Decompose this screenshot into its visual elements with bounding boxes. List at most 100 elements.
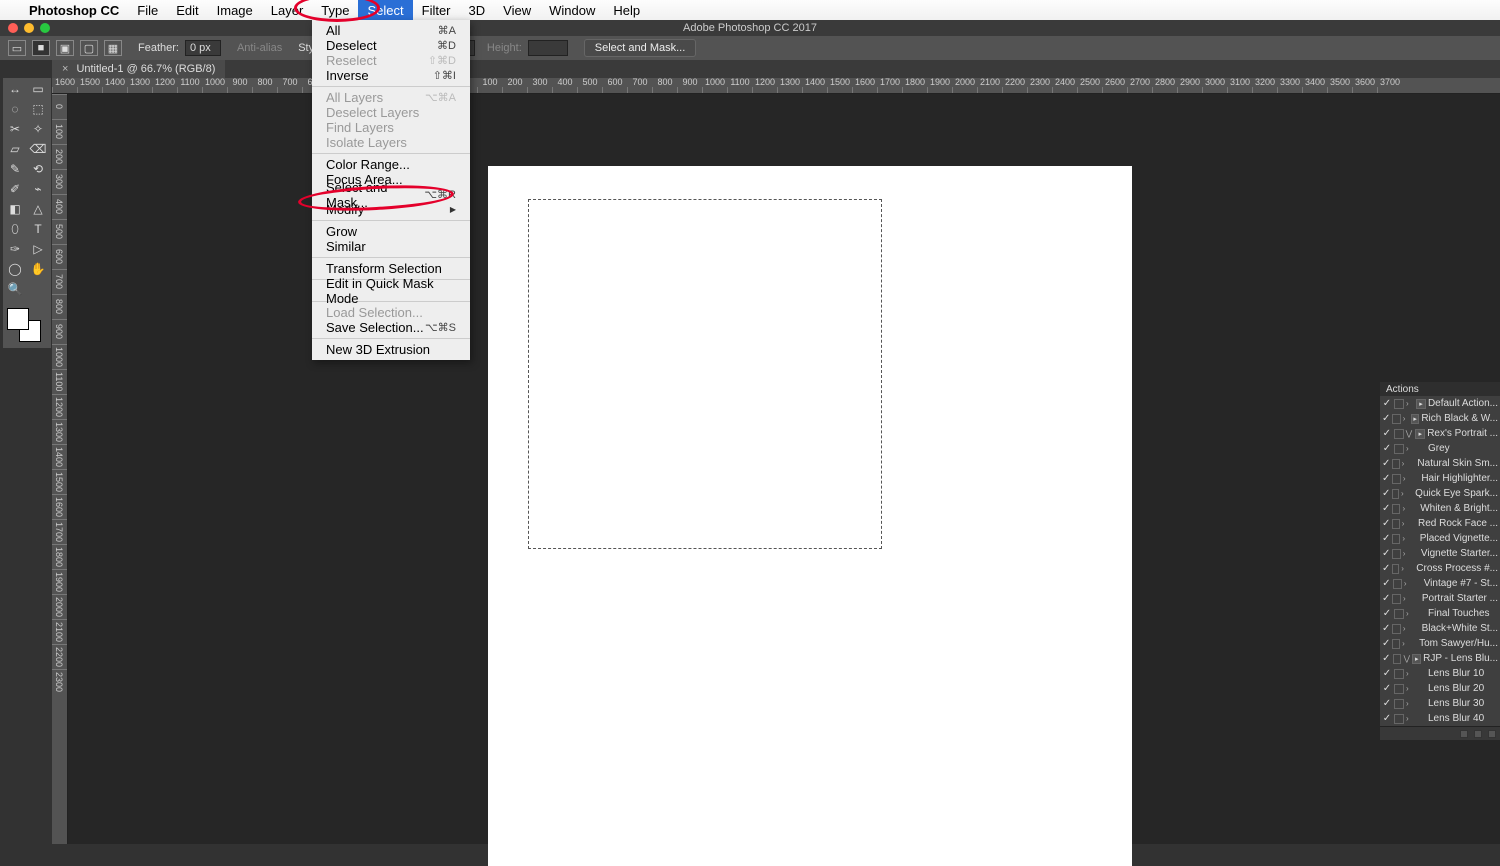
action-row[interactable]: ✓›Vignette Starter... — [1380, 546, 1500, 561]
play-icon[interactable] — [1474, 730, 1482, 738]
menubar-item-image[interactable]: Image — [208, 0, 262, 20]
action-row[interactable]: ✓›Final Touches — [1380, 606, 1500, 621]
menubar-item-layer[interactable]: Layer — [262, 0, 313, 20]
menu-item-deselect[interactable]: Deselect⌘D — [312, 38, 470, 53]
close-tab-icon[interactable]: × — [62, 63, 68, 75]
action-row[interactable]: ✓›Quick Eye Spark... — [1380, 486, 1500, 501]
menu-item-new-3d-extrusion[interactable]: New 3D Extrusion — [312, 342, 470, 357]
document-tab[interactable]: × Untitled-1 @ 66.7% (RGB/8) — [52, 60, 225, 78]
feather-input[interactable]: 0 px — [185, 40, 221, 56]
action-label: Final Touches — [1428, 608, 1490, 619]
menubar-item-help[interactable]: Help — [604, 0, 649, 20]
tool-8[interactable]: ✎ — [5, 160, 25, 178]
tool-9[interactable]: ⟲ — [28, 160, 48, 178]
action-row[interactable]: ✓⋁▸RJP - Lens Blu... — [1380, 651, 1500, 666]
action-row[interactable]: ✓›Lens Blur 10 — [1380, 666, 1500, 681]
menu-item-reselect: Reselect⇧⌘D — [312, 53, 470, 68]
action-row[interactable]: ✓⋁▸Rex's Portrait ... — [1380, 426, 1500, 441]
add-selection-icon[interactable]: ▣ — [56, 40, 74, 56]
tool-15[interactable]: T — [28, 220, 48, 238]
action-label: Vintage #7 - St... — [1424, 578, 1498, 589]
menu-item-select-and-mask[interactable]: Select and Mask...⌥⌘R — [312, 187, 470, 202]
window-zoom-icon[interactable] — [40, 23, 50, 33]
action-label: Default Action... — [1428, 398, 1498, 409]
action-row[interactable]: ✓›Whiten & Bright... — [1380, 501, 1500, 516]
actions-panel: Actions ✓›▸Default Action...✓›▸Rich Blac… — [1380, 382, 1500, 740]
menubar-item-file[interactable]: File — [128, 0, 167, 20]
tool-5[interactable]: ✧ — [28, 120, 48, 138]
window-close-icon[interactable] — [8, 23, 18, 33]
ruler-horizontal[interactable]: 1600150014001300120011001000900800700600… — [52, 78, 1500, 94]
action-row[interactable]: ✓›Tom Sawyer/Hu... — [1380, 636, 1500, 651]
menubar-item-3d[interactable]: 3D — [460, 0, 495, 20]
tool-preset-icon[interactable]: ▭ — [8, 40, 26, 56]
trash-icon[interactable] — [1488, 730, 1496, 738]
tool-3[interactable]: ⬚ — [28, 100, 48, 118]
actions-panel-footer — [1380, 726, 1500, 740]
action-row[interactable]: ✓›Lens Blur 20 — [1380, 681, 1500, 696]
action-row[interactable]: ✓›Natural Skin Sm... — [1380, 456, 1500, 471]
menu-item-all[interactable]: All⌘A — [312, 23, 470, 38]
action-row[interactable]: ✓›▸Default Action... — [1380, 396, 1500, 411]
action-label: Portrait Starter ... — [1422, 593, 1498, 604]
menu-item-inverse[interactable]: Inverse⇧⌘I — [312, 68, 470, 83]
tool-4[interactable]: ✂ — [5, 120, 25, 138]
action-row[interactable]: ✓›Placed Vignette... — [1380, 531, 1500, 546]
menubar-item-view[interactable]: View — [494, 0, 540, 20]
actions-panel-title[interactable]: Actions — [1380, 382, 1500, 396]
action-row[interactable]: ✓›Lens Blur 30 — [1380, 696, 1500, 711]
menu-item-color-range[interactable]: Color Range... — [312, 157, 470, 172]
new-selection-icon[interactable]: ■ — [32, 40, 50, 56]
action-row[interactable]: ✓›Grey — [1380, 441, 1500, 456]
action-row[interactable]: ✓›Lens Blur 40 — [1380, 711, 1500, 726]
action-row[interactable]: ✓›Vintage #7 - St... — [1380, 576, 1500, 591]
action-row[interactable]: ✓›▸Rich Black & W... — [1380, 411, 1500, 426]
menu-item-similar[interactable]: Similar — [312, 239, 470, 254]
subtract-selection-icon[interactable]: ▢ — [80, 40, 98, 56]
action-row[interactable]: ✓›Portrait Starter ... — [1380, 591, 1500, 606]
canvas-area[interactable] — [68, 94, 1500, 844]
action-label: Placed Vignette... — [1420, 533, 1498, 544]
action-row[interactable]: ✓›Hair Highlighter... — [1380, 471, 1500, 486]
menu-item-grow[interactable]: Grow — [312, 224, 470, 239]
tool-2[interactable]: ◌ — [5, 100, 25, 118]
action-row[interactable]: ✓›Red Rock Face ... — [1380, 516, 1500, 531]
action-row[interactable]: ✓›Black+White St... — [1380, 621, 1500, 636]
menubar-item-window[interactable]: Window — [540, 0, 604, 20]
ruler-vertical[interactable]: 0100200300400500600700800900100011001200… — [52, 94, 68, 844]
menu-item-edit-in-quick-mask-mode[interactable]: Edit in Quick Mask Mode — [312, 283, 470, 298]
menubar-item-filter[interactable]: Filter — [413, 0, 460, 20]
tool-0[interactable]: ↔ — [5, 80, 25, 98]
tool-12[interactable]: ◧ — [5, 200, 25, 218]
menubar-item-edit[interactable]: Edit — [167, 0, 207, 20]
menu-item-transform-selection[interactable]: Transform Selection — [312, 261, 470, 276]
tool-14[interactable]: ⬯ — [5, 220, 25, 238]
tool-13[interactable]: △ — [28, 200, 48, 218]
action-label: Quick Eye Spark... — [1415, 488, 1498, 499]
tool-17[interactable]: ▷ — [28, 240, 48, 258]
action-label: Black+White St... — [1422, 623, 1498, 634]
action-row[interactable]: ✓›Cross Process #... — [1380, 561, 1500, 576]
selection-marquee — [528, 199, 882, 549]
tool-1[interactable]: ▭ — [28, 80, 48, 98]
menu-item-find-layers: Find Layers — [312, 120, 470, 135]
stop-icon[interactable] — [1460, 730, 1468, 738]
menu-item-all-layers: All Layers⌥⌘A — [312, 90, 470, 105]
tool-20[interactable]: 🔍 — [5, 280, 25, 298]
menubar-item-select[interactable]: Select — [358, 0, 412, 20]
tool-7[interactable]: ⌫ — [28, 140, 48, 158]
menubar-item-type[interactable]: Type — [312, 0, 358, 20]
menu-item-save-selection[interactable]: Save Selection...⌥⌘S — [312, 320, 470, 335]
tool-19[interactable]: ✋ — [28, 260, 48, 278]
tool-18[interactable]: ◯ — [5, 260, 25, 278]
tool-11[interactable]: ⌁ — [28, 180, 48, 198]
menu-item-load-selection: Load Selection... — [312, 305, 470, 320]
window-minimize-icon[interactable] — [24, 23, 34, 33]
tool-10[interactable]: ✐ — [5, 180, 25, 198]
tool-16[interactable]: ✑ — [5, 240, 25, 258]
select-and-mask-button[interactable]: Select and Mask... — [584, 39, 697, 57]
color-swatches[interactable] — [5, 306, 49, 346]
intersect-selection-icon[interactable]: ▦ — [104, 40, 122, 56]
tool-6[interactable]: ▱ — [5, 140, 25, 158]
menubar-item-photoshop-cc[interactable]: Photoshop CC — [20, 0, 128, 20]
